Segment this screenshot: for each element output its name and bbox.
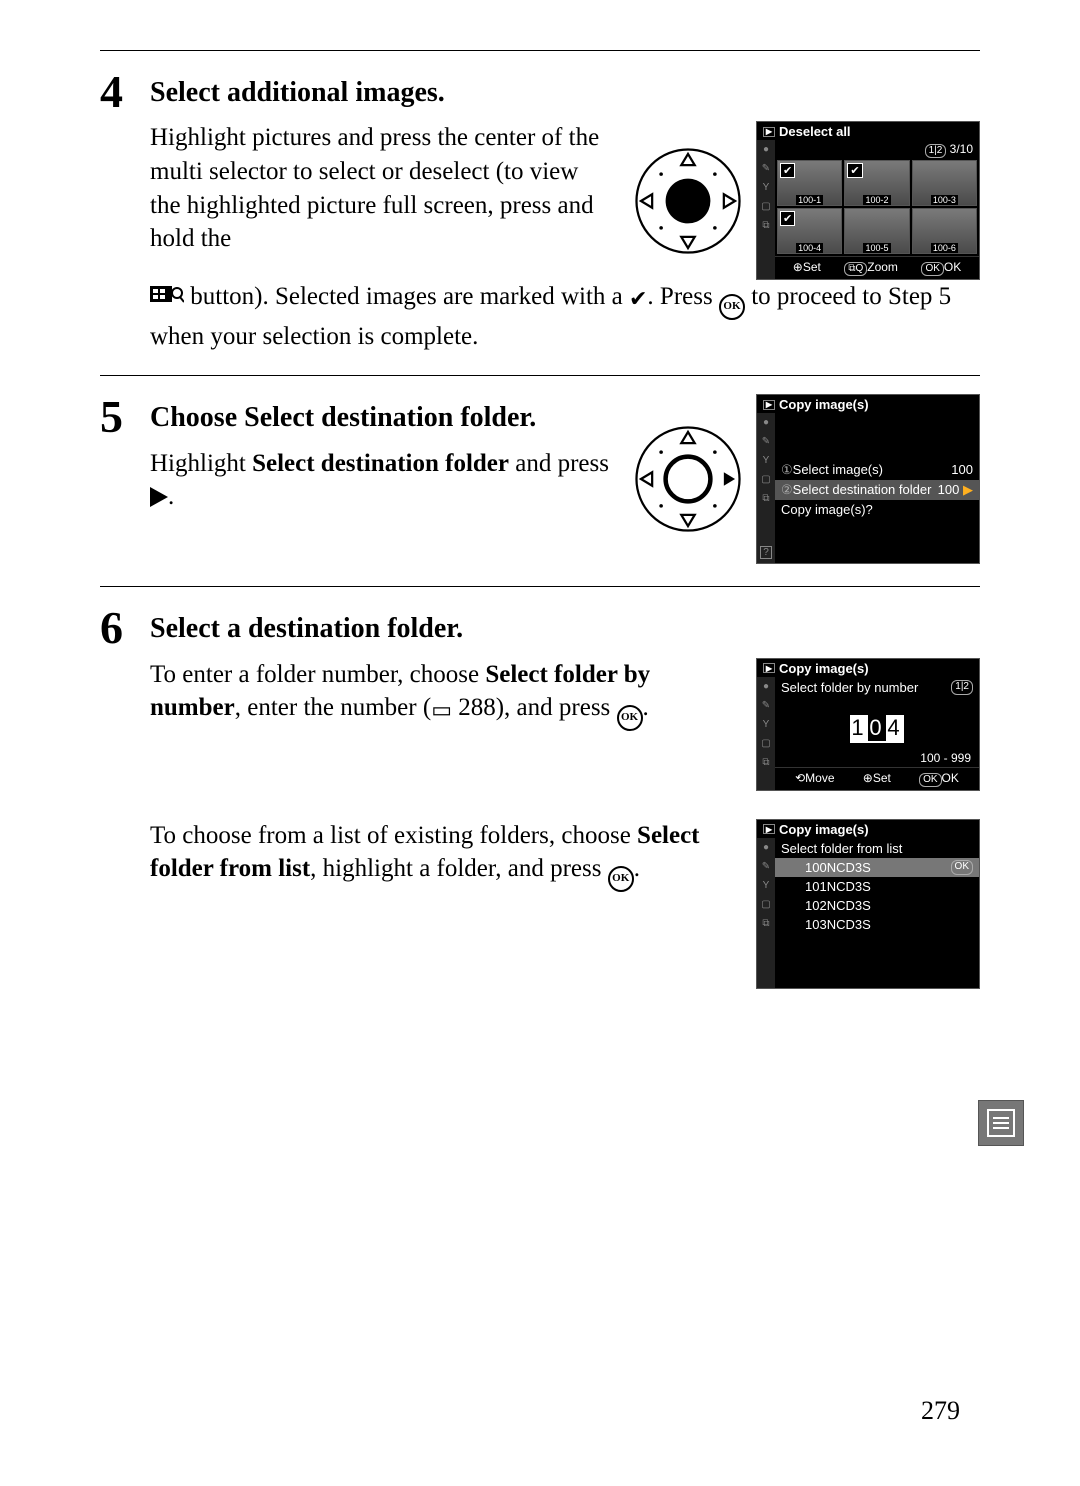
- lcd2-header: Copy image(s): [779, 397, 869, 412]
- ok-icon: OK: [608, 866, 634, 892]
- menu-row: Copy image(s)?: [775, 500, 979, 519]
- step-6-text-1: To enter a folder number, choose Select …: [150, 658, 738, 731]
- page-ref-icon: ▭: [431, 697, 452, 722]
- list-item: 103NCD3S: [775, 915, 979, 934]
- lcd3-number-entry: 104: [775, 697, 979, 749]
- step-6: 6 Select a destination folder. To enter …: [100, 605, 980, 988]
- section-tab-icon: [978, 1100, 1024, 1146]
- lcd3-sub: Select folder by number1|2: [775, 678, 979, 697]
- step-5-text: Highlight Select destination folder and …: [150, 447, 614, 515]
- step-4-text-top: Highlight pictures and press the center …: [150, 121, 614, 256]
- lcd-select-by-number: ▶ Copy image(s) ●✎Y▢⧉ Select folder by n…: [756, 658, 980, 791]
- multi-selector-right-icon: [632, 423, 744, 535]
- step-number: 5: [100, 394, 150, 440]
- step-5: 5 Choose Select destination folder. High…: [100, 394, 980, 564]
- ok-icon: OK: [617, 705, 643, 731]
- lcd1-header: Deselect all: [779, 124, 851, 139]
- step-4: 4 Select additional images. Highlight pi…: [100, 69, 980, 353]
- lcd4-header: Copy image(s): [779, 822, 869, 837]
- list-item: 100NCD3SOK: [775, 858, 979, 877]
- check-icon: ✔: [629, 286, 647, 311]
- thumb: 100-5: [844, 208, 909, 254]
- step-4-title: Select additional images.: [150, 77, 980, 109]
- playback-icon: ▶: [763, 127, 775, 137]
- playback-icon: ▶: [763, 663, 775, 673]
- lcd3-header: Copy image(s): [779, 661, 869, 676]
- thumb: 100-2: [844, 160, 909, 206]
- step-6-title: Select a destination folder.: [150, 613, 980, 645]
- lcd-copy-images-menu: ▶ Copy image(s) ●✎Y▢⧉? ①Select image(s)1…: [756, 394, 980, 564]
- lcd3-range: 100 - 999: [775, 749, 979, 767]
- right-arrow-icon: [150, 487, 168, 507]
- lcd1-counter: 3/10: [950, 142, 973, 156]
- thumb: 100-3: [912, 160, 977, 206]
- step-6-text-2: To choose from a list of existing folder…: [150, 819, 738, 892]
- lcd-select-from-list: ▶ Copy image(s) ●✎Y▢⧉ Select folder from…: [756, 819, 980, 989]
- thumb: 100-1: [777, 160, 842, 206]
- menu-row: ①Select image(s)100: [775, 460, 979, 480]
- zoom-button-icon: [150, 282, 184, 316]
- list-item: 102NCD3S: [775, 896, 979, 915]
- lcd-deselect-all: ▶ Deselect all ●✎Y▢⧉ 1|2 3/10 100-1 100-…: [756, 121, 980, 280]
- lcd4-folder-list: 100NCD3SOK 101NCD3S 102NCD3S 103NCD3S: [775, 858, 979, 934]
- page-number: 279: [921, 1396, 960, 1426]
- step-4-text-bottom: button). Selected images are marked with…: [150, 280, 980, 353]
- lcd1-thumbs: 100-1 100-2 100-3 100-4 100-5 100-6: [775, 158, 979, 256]
- step-number: 4: [100, 69, 150, 115]
- menu-row-highlighted: ②Select destination folder100 ▶: [775, 480, 979, 500]
- ok-icon: OK: [719, 294, 745, 320]
- thumb: 100-6: [912, 208, 977, 254]
- step-number: 6: [100, 605, 150, 651]
- multi-selector-icon: [632, 145, 744, 257]
- thumb: 100-4: [777, 208, 842, 254]
- playback-icon: ▶: [763, 824, 775, 834]
- playback-icon: ▶: [763, 400, 775, 410]
- lcd4-sub: Select folder from list: [775, 839, 979, 858]
- list-item: 101NCD3S: [775, 877, 979, 896]
- step-5-title: Choose Select destination folder.: [150, 402, 614, 434]
